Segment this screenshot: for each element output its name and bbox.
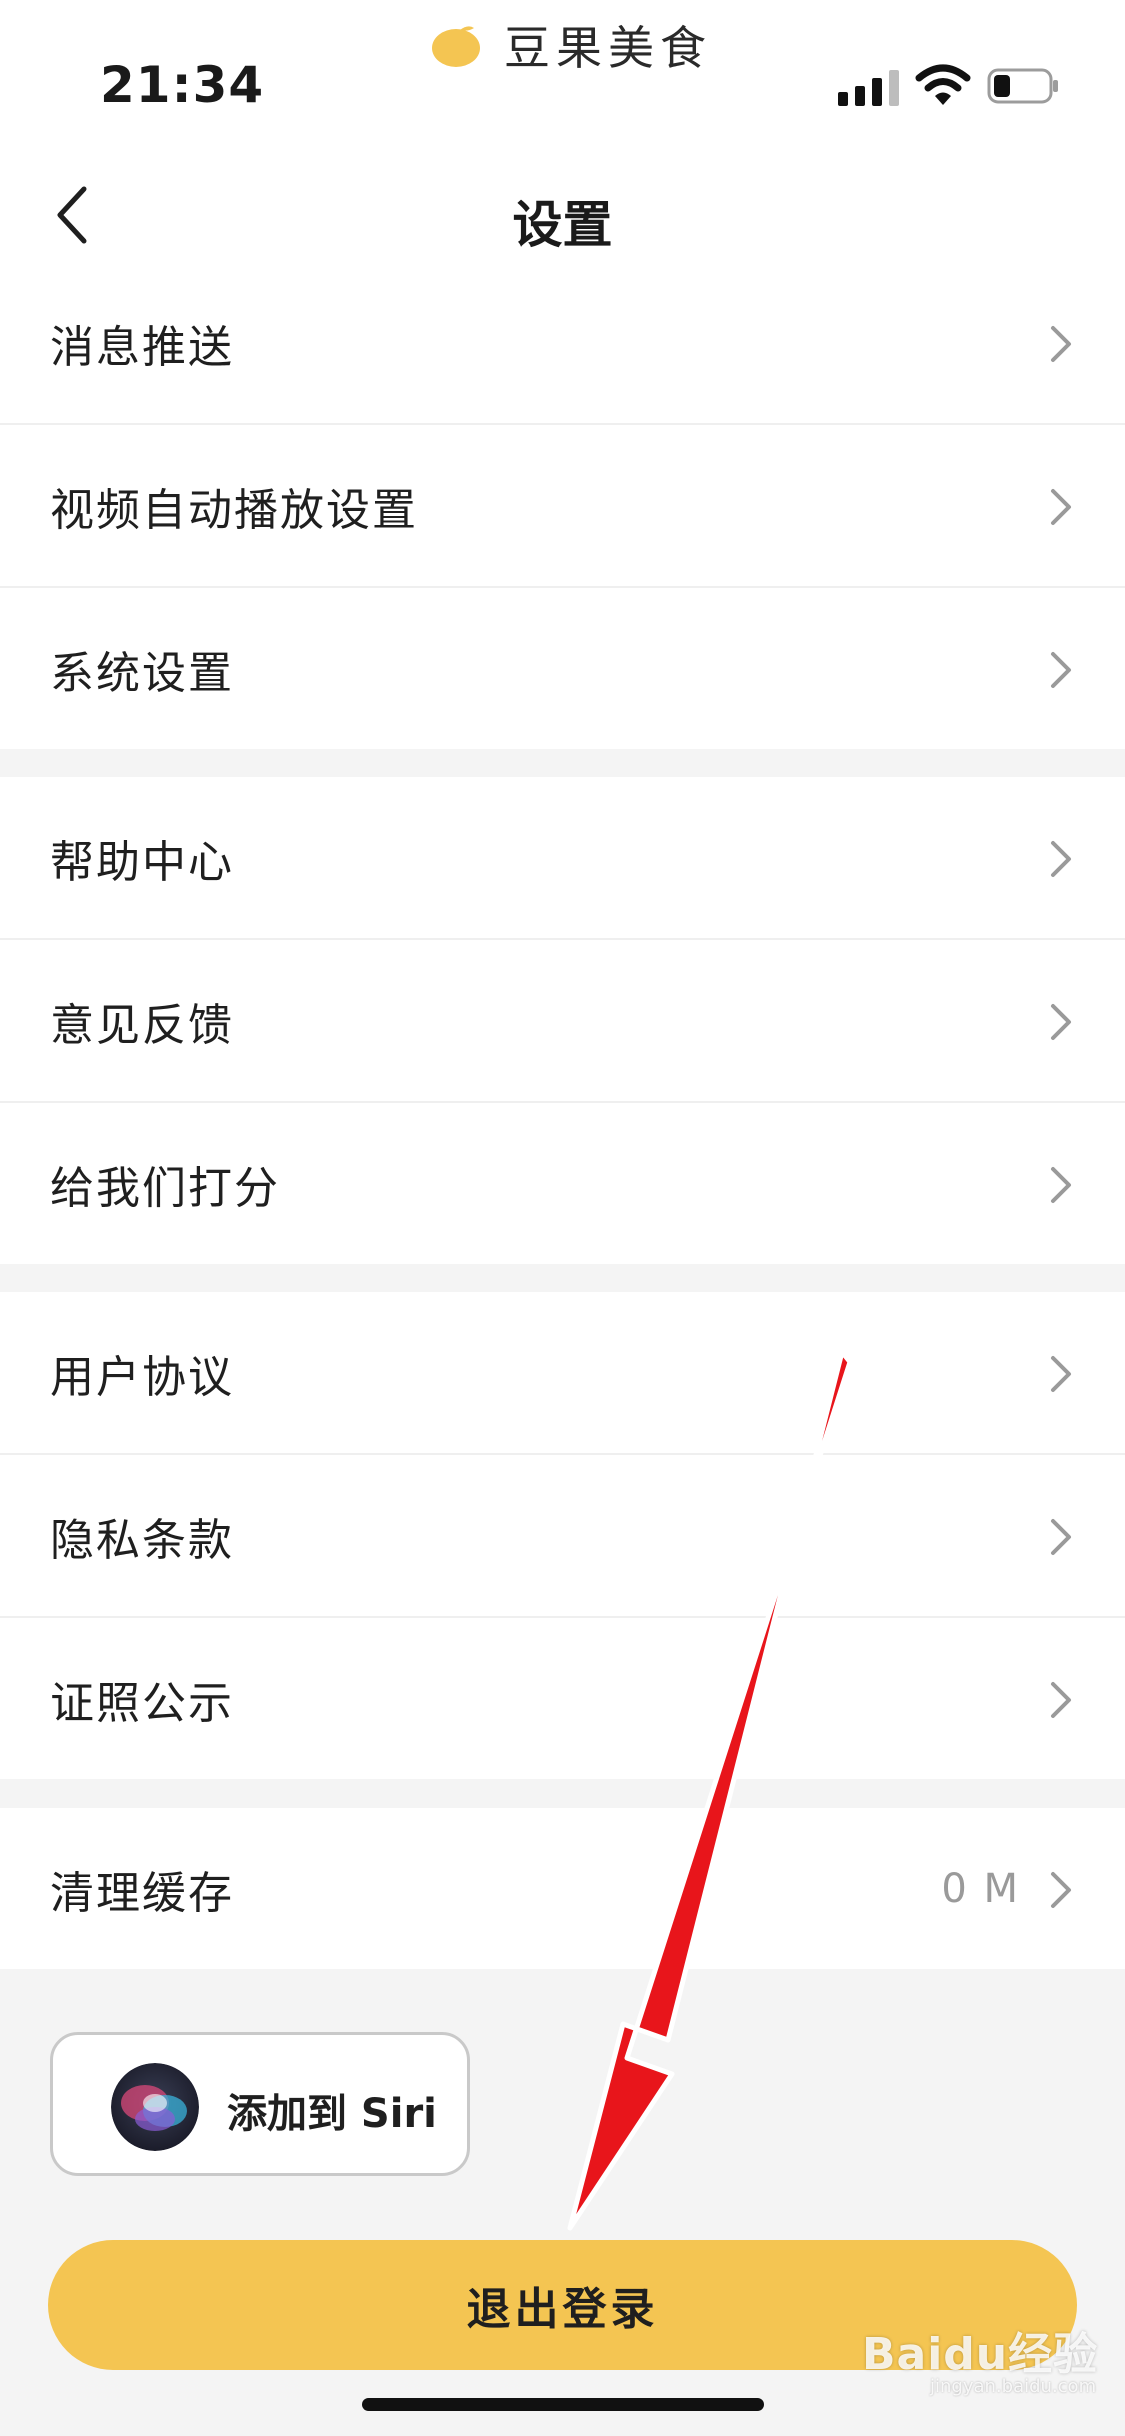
settings-row-user-agreement[interactable]: 用户协议 xyxy=(0,1292,1125,1455)
settings-group-general: 消息推送 视频自动播放设置 系统设置 xyxy=(0,262,1125,749)
settings-row-licenses[interactable]: 证照公示 xyxy=(0,1618,1125,1779)
siri-button-label: 添加到 Siri xyxy=(227,2091,437,2137)
chevron-right-icon xyxy=(1051,1356,1071,1392)
row-label: 用户协议 xyxy=(50,1351,234,1403)
battery-icon xyxy=(987,68,1058,104)
settings-group-storage: 清理缓存 0 M xyxy=(0,1808,1125,1969)
app-brand: 豆果美食 xyxy=(430,10,712,80)
chevron-right-icon xyxy=(1051,1004,1071,1040)
wifi-icon xyxy=(915,64,971,105)
row-label: 给我们打分 xyxy=(50,1162,280,1214)
row-label: 清理缓存 xyxy=(50,1867,234,1919)
settings-row-clear-cache[interactable]: 清理缓存 0 M xyxy=(0,1808,1125,1969)
chevron-right-icon xyxy=(1051,1872,1071,1908)
settings-row-system-settings[interactable]: 系统设置 xyxy=(0,588,1125,749)
row-label: 意见反馈 xyxy=(50,999,234,1051)
chevron-right-icon xyxy=(1051,1519,1071,1555)
settings-row-rate-us[interactable]: 给我们打分 xyxy=(0,1103,1125,1264)
settings-row-help-center[interactable]: 帮助中心 xyxy=(0,777,1125,940)
baidu-watermark-url: jingyan.baidu.com xyxy=(930,2376,1097,2397)
cache-size-value: 0 M xyxy=(941,1865,1020,1912)
baidu-watermark: Baidu经验 xyxy=(862,2329,1099,2380)
row-label: 证照公示 xyxy=(50,1677,234,1729)
chevron-right-icon xyxy=(1051,326,1071,362)
chevron-right-icon xyxy=(1051,1682,1071,1718)
cellular-signal-icon xyxy=(838,66,899,106)
chevron-right-icon xyxy=(1051,841,1071,877)
settings-row-video-autoplay[interactable]: 视频自动播放设置 xyxy=(0,425,1125,588)
chevron-right-icon xyxy=(1051,1167,1071,1203)
row-label: 视频自动播放设置 xyxy=(50,484,418,536)
home-indicator xyxy=(362,2398,764,2411)
settings-row-privacy-terms[interactable]: 隐私条款 xyxy=(0,1455,1125,1618)
chevron-right-icon xyxy=(1051,489,1071,525)
settings-group-support: 帮助中心 意见反馈 给我们打分 xyxy=(0,777,1125,1264)
row-label: 帮助中心 xyxy=(50,836,234,888)
row-label: 消息推送 xyxy=(50,321,234,373)
settings-row-push-notifications[interactable]: 消息推送 xyxy=(0,262,1125,425)
row-label: 系统设置 xyxy=(50,647,234,699)
settings-group-legal: 用户协议 隐私条款 证照公示 xyxy=(0,1292,1125,1779)
chevron-right-icon xyxy=(1051,652,1071,688)
mango-logo-icon xyxy=(432,26,480,67)
status-time: 21:34 xyxy=(100,56,265,114)
app-name: 豆果美食 xyxy=(504,21,712,75)
status-bar: 豆果美食 21:34 xyxy=(0,0,1125,135)
settings-row-feedback[interactable]: 意见反馈 xyxy=(0,940,1125,1103)
page-title: 设置 xyxy=(512,196,613,254)
add-to-siri-button[interactable]: 添加到 Siri xyxy=(50,2032,470,2176)
row-label: 隐私条款 xyxy=(50,1514,234,1566)
siri-icon xyxy=(111,2063,199,2151)
logout-button-label: 退出登录 xyxy=(466,2284,659,2335)
